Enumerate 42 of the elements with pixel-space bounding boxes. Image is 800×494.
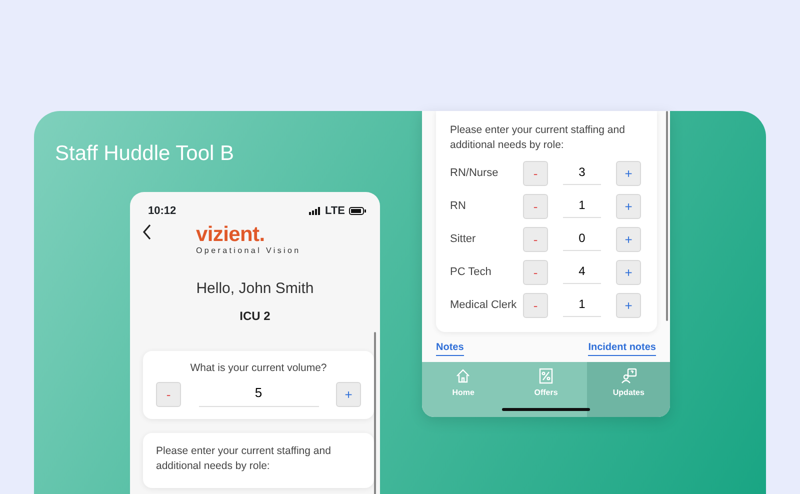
text-link[interactable]: Incident notes bbox=[588, 340, 656, 356]
home-icon bbox=[456, 369, 470, 383]
greeting: Hello, John Smith bbox=[196, 279, 314, 299]
increment-button[interactable]: + bbox=[616, 161, 641, 186]
person-question-icon bbox=[621, 368, 636, 384]
percent-tag-icon bbox=[539, 368, 553, 384]
back-chevron-icon[interactable] bbox=[142, 224, 152, 240]
increment-button[interactable]: + bbox=[616, 227, 641, 252]
value-field[interactable]: 0 bbox=[563, 228, 601, 250]
unit-label: ICU 2 bbox=[240, 308, 270, 324]
increment-button[interactable]: + bbox=[616, 293, 641, 318]
decrement-button[interactable]: - bbox=[523, 260, 548, 285]
tab-button[interactable]: Updates bbox=[587, 362, 670, 417]
value-field[interactable]: 3 bbox=[563, 162, 601, 184]
role-name: RN bbox=[450, 199, 466, 214]
brand-logo: vizient. bbox=[196, 224, 266, 246]
role-name: RN/Nurse bbox=[450, 166, 498, 182]
value-field[interactable]: 5 bbox=[198, 383, 318, 406]
increment-button[interactable]: + bbox=[616, 194, 641, 219]
panel-title: Staff Huddle Tool B bbox=[55, 141, 234, 167]
decrement-button[interactable]: - bbox=[523, 194, 548, 219]
staffing-prompt: Please enter your current staffing and additional needs by role: bbox=[450, 123, 626, 153]
text-link[interactable]: Notes bbox=[436, 340, 464, 356]
value-field[interactable]: 1 bbox=[563, 294, 601, 316]
battery-icon bbox=[349, 207, 366, 215]
signal-icon bbox=[309, 207, 322, 215]
decrement-button[interactable]: - bbox=[156, 382, 181, 408]
staffing-prompt: Please enter your current staffing and additional needs by role: bbox=[156, 444, 332, 474]
role-name: PC Tech bbox=[450, 265, 492, 280]
increment-button[interactable]: + bbox=[336, 382, 361, 408]
role-name: Sitter bbox=[450, 232, 476, 248]
decrement-button[interactable]: - bbox=[523, 161, 548, 186]
increment-button[interactable]: + bbox=[616, 260, 641, 285]
value-field[interactable]: 4 bbox=[563, 262, 601, 284]
decrement-button[interactable]: - bbox=[523, 227, 548, 252]
network-label: LTE bbox=[325, 204, 345, 219]
value-field[interactable]: 1 bbox=[563, 196, 601, 218]
decrement-button[interactable]: - bbox=[523, 293, 548, 318]
status-time: 10:12 bbox=[148, 204, 176, 219]
volume-question: What is your current volume? bbox=[189, 360, 328, 376]
role-name: Medical Clerk bbox=[450, 298, 517, 314]
logo-tagline: Operational Vision bbox=[196, 246, 301, 256]
